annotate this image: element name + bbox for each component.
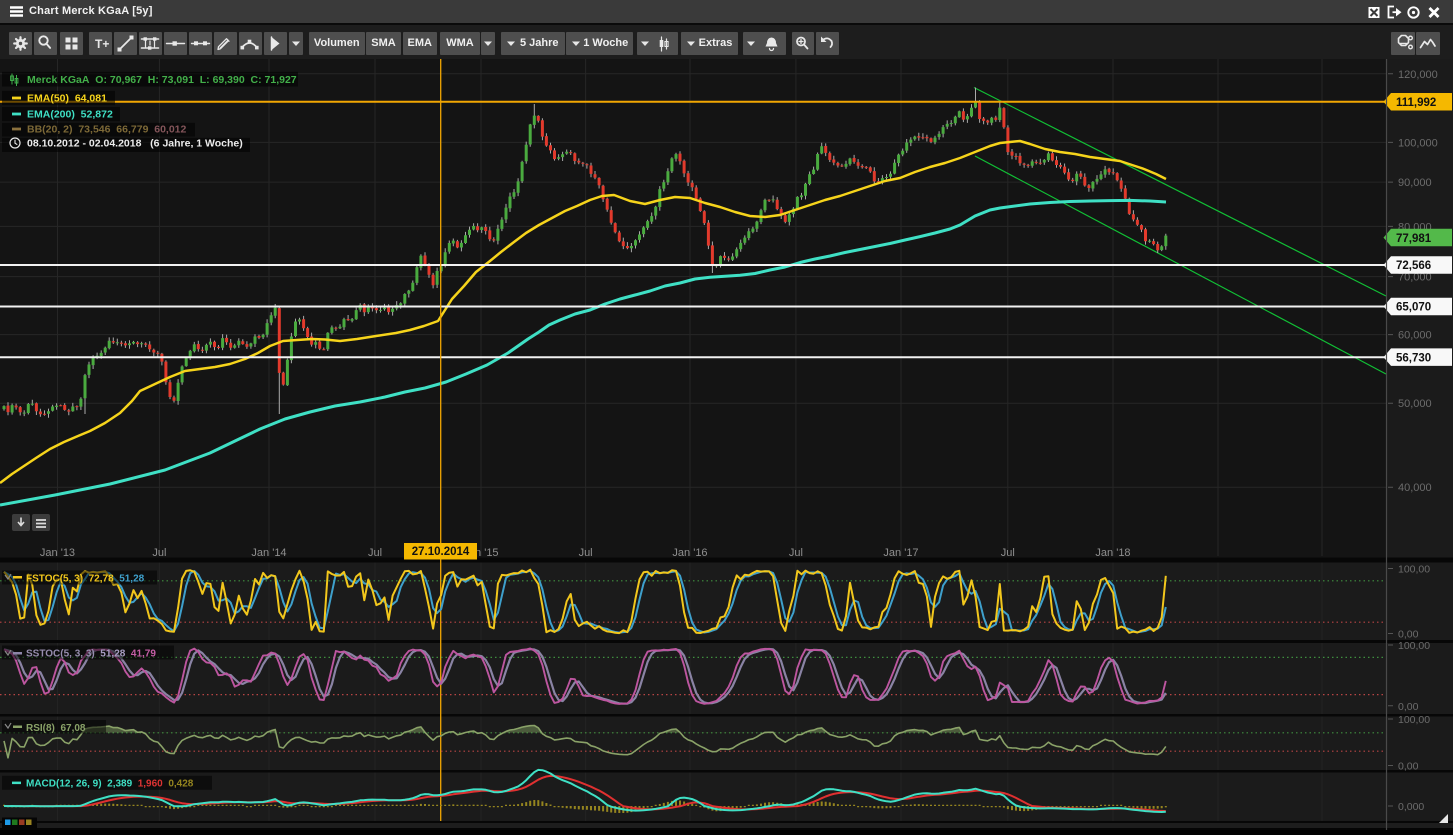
svg-text:BB(20, 2) 73,546 66,779 60,: BB(20, 2) 73,546 66,779 60,012 (27, 124, 187, 136)
svg-text:08.10.2012 - 02.04.2018 (6 J: 08.10.2012 - 02.04.2018 (6 Jahre, 1 Woch… (27, 138, 243, 150)
svg-text:0,000: 0,000 (1398, 801, 1424, 813)
svg-text:EMA(200) 52,872: EMA(200) 52,872 (27, 109, 113, 121)
svg-text:0,00: 0,00 (1398, 701, 1419, 713)
svg-text:0,00: 0,00 (1398, 629, 1419, 641)
svg-text:111,992: 111,992 (1396, 97, 1436, 109)
svg-text:65,070: 65,070 (1396, 302, 1431, 314)
svg-text:56,730: 56,730 (1396, 352, 1431, 364)
svg-text:Jan '14: Jan '14 (251, 547, 286, 559)
svg-text:Jul: Jul (579, 547, 593, 559)
svg-text:Jan '16: Jan '16 (672, 547, 707, 559)
svg-text:27.10.2014: 27.10.2014 (412, 546, 470, 558)
svg-text:Jan '18: Jan '18 (1095, 547, 1130, 559)
svg-text:Jul: Jul (368, 547, 382, 559)
svg-text:FSTOC(5, 3) 72,78 51,28: FSTOC(5, 3) 72,78 51,28 (26, 573, 145, 584)
svg-text:Jul: Jul (152, 547, 166, 559)
svg-text:100,00: 100,00 (1398, 564, 1430, 576)
svg-text:T+: T+ (95, 37, 109, 51)
svg-text:Merck KGaA O: 70,967 H: 73,0: Merck KGaA O: 70,967 H: 73,091 L: 69,390… (27, 74, 297, 86)
svg-text:40,000: 40,000 (1398, 482, 1432, 494)
svg-text:100,00: 100,00 (1398, 714, 1430, 726)
svg-text:77,981: 77,981 (1396, 233, 1432, 245)
svg-text:Jan '13: Jan '13 (40, 547, 75, 559)
svg-text:EMA(50) 64,081: EMA(50) 64,081 (27, 93, 107, 105)
svg-text:MACD(12, 26, 9) 2,389 1,960: MACD(12, 26, 9) 2,389 1,960 0,428 (26, 779, 194, 790)
svg-text:120,000: 120,000 (1398, 69, 1438, 81)
svg-text:Jul: Jul (1001, 547, 1015, 559)
svg-text:RSI(8) 67,08: RSI(8) 67,08 (26, 723, 86, 734)
svg-text:60,000: 60,000 (1398, 330, 1432, 342)
svg-text:Jul: Jul (789, 547, 803, 559)
svg-text:100,00: 100,00 (1398, 640, 1430, 652)
svg-text:100,000: 100,000 (1398, 137, 1438, 149)
svg-text:50,000: 50,000 (1398, 398, 1432, 410)
svg-text:0,00: 0,00 (1398, 761, 1419, 773)
svg-text:72,566: 72,566 (1396, 260, 1431, 272)
svg-text:SSTOC(5, 3, 3) 51,28 41,79: SSTOC(5, 3, 3) 51,28 41,79 (26, 648, 156, 659)
svg-text:90,000: 90,000 (1398, 177, 1432, 189)
svg-text:Jan '17: Jan '17 (883, 547, 918, 559)
